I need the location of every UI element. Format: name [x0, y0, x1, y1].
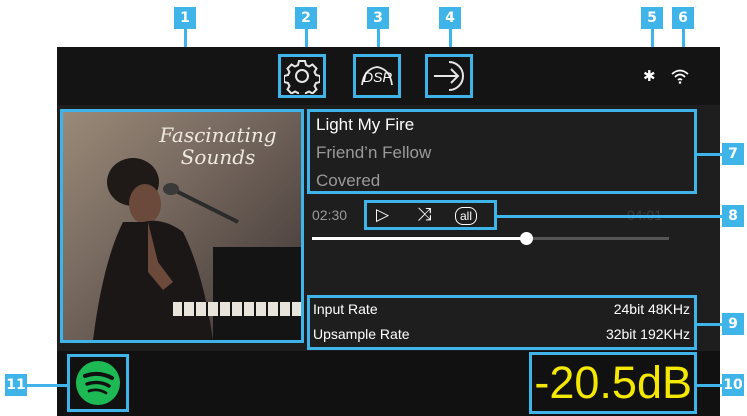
device-screen: DSP ✱ Fascinating Sounds Light My Fire F… [57, 47, 720, 416]
leader-line-11 [27, 384, 67, 387]
track-artist: Friend’n Fellow [316, 143, 432, 162]
callout-6: 6 [672, 7, 694, 29]
play-button[interactable]: ▷ [376, 205, 389, 225]
dsp-label: DSP [363, 69, 392, 85]
gear-icon [284, 60, 320, 94]
track-title: Light My Fire [316, 115, 415, 134]
progress-knob[interactable] [520, 232, 534, 245]
callout-7: 7 [722, 143, 744, 165]
shuffle-button[interactable]: ⤨ [417, 204, 431, 225]
spotify-icon [76, 361, 120, 405]
callout-9: 9 [722, 313, 744, 335]
repeat-all-button[interactable]: all [455, 207, 478, 225]
wifi-icon [671, 69, 689, 84]
callout-8: 8 [722, 205, 744, 227]
spotify-source-button[interactable] [67, 354, 129, 412]
dsp-button[interactable]: DSP [353, 54, 401, 98]
callout-3: 3 [367, 7, 389, 29]
callout-2: 2 [295, 7, 317, 29]
track-info: Light My Fire Friend’n Fellow Covered [307, 109, 697, 194]
leader-line-10 [697, 384, 722, 387]
singer-figure [93, 158, 301, 340]
upsample-rate-value: 32bit 192KHz [605, 326, 690, 342]
leader-line-8 [497, 215, 722, 218]
sample-rate-panel: Input Rate 24bit 48KHz Upsample Rate 32b… [307, 295, 697, 350]
input-rate-label: Input Rate [313, 301, 378, 317]
volume-display[interactable]: -20.5dB [529, 352, 697, 414]
input-arrow-icon [434, 61, 464, 91]
progress-fill [312, 237, 527, 240]
volume-value: -20.5dB [534, 357, 692, 408]
leader-line-7 [697, 153, 722, 156]
callout-11: 11 [5, 374, 27, 396]
callout-4: 4 [439, 7, 461, 29]
album-art: Fascinating Sounds [60, 109, 304, 343]
bluetooth-icon: ✱ [643, 67, 656, 85]
callout-10: 10 [722, 374, 744, 396]
progress-track[interactable] [312, 232, 669, 245]
elapsed-time: 02:30 [312, 207, 348, 223]
upsample-rate-label: Upsample Rate [313, 326, 410, 342]
repeat-all-label: all [460, 209, 473, 223]
input-rate-value: 24bit 48KHz [613, 301, 690, 317]
leader-line-9 [697, 323, 722, 326]
track-album: Covered [316, 171, 381, 190]
settings-button[interactable] [278, 54, 326, 98]
playback-controls: ▷ ⤨ all [364, 200, 497, 230]
callout-5: 5 [641, 7, 663, 29]
callout-1: 1 [174, 7, 196, 29]
input-source-button[interactable] [425, 54, 473, 98]
